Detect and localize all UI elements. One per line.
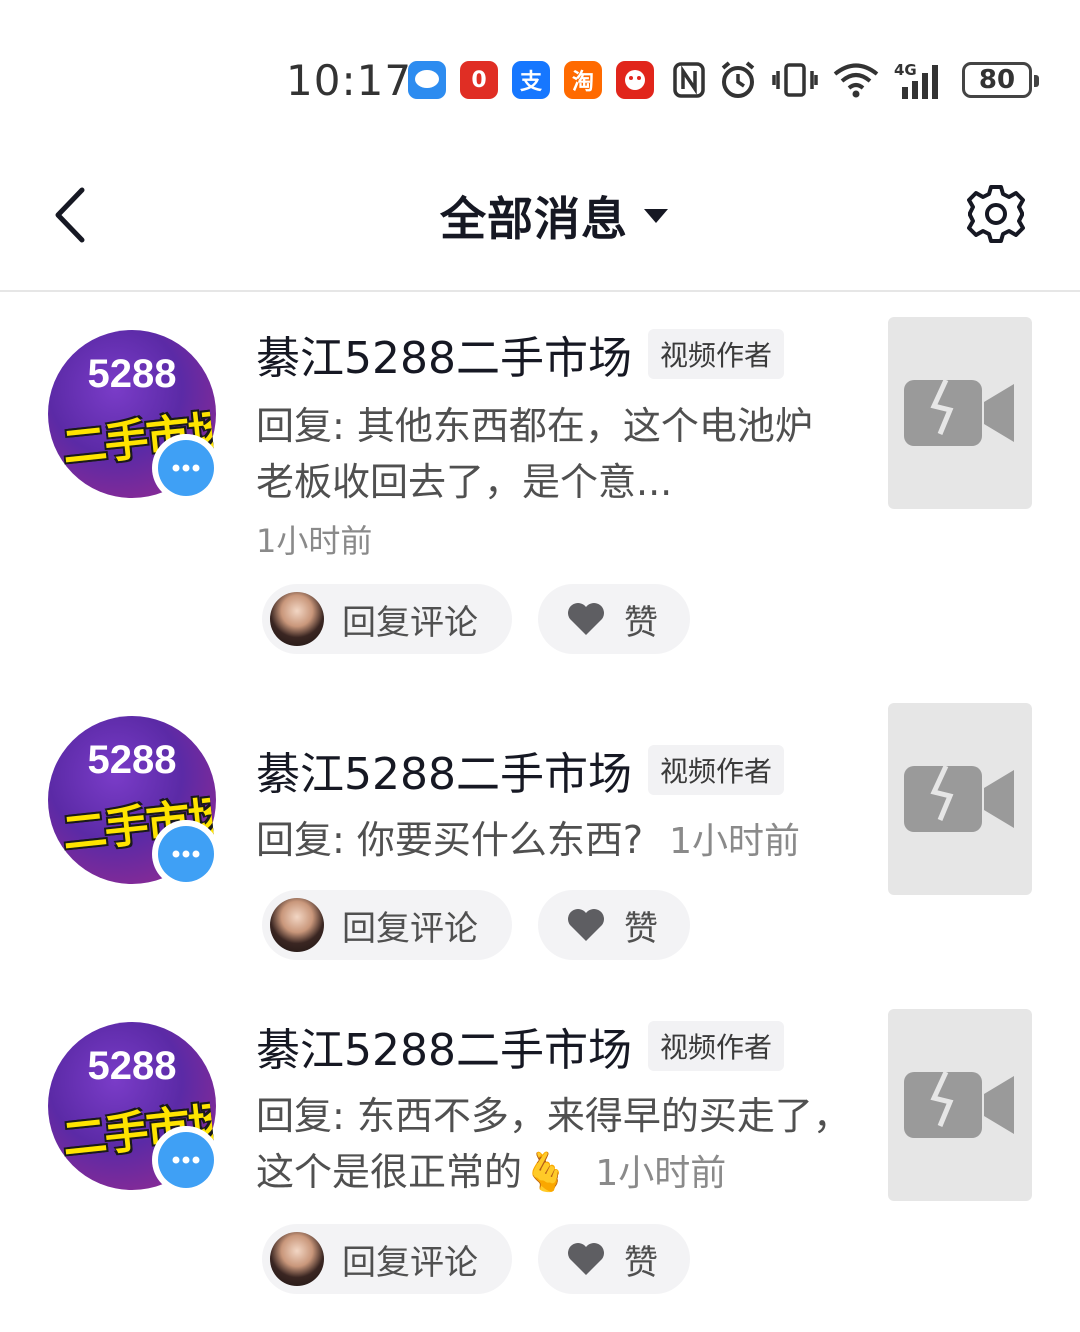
reply-comment-button[interactable]: 回复评论 <box>262 1224 512 1294</box>
chat-badge <box>152 1126 220 1194</box>
author-tag: 视频作者 <box>647 1021 784 1071</box>
alipay-app-icon: 支 <box>512 61 550 99</box>
like-button[interactable]: 赞 <box>538 1224 690 1294</box>
heart-icon <box>568 909 604 941</box>
name-row: 綦江5288二手市场 视频作者 <box>256 1014 784 1078</box>
reply-text[interactable]: 回复: 东西不多，来得早的买走了，这个是很正常的🫰 1小时前 <box>256 1088 856 1202</box>
reply-comment-button[interactable]: 回复评论 <box>262 890 512 960</box>
chevron-left-icon <box>55 187 85 243</box>
video-unavailable-icon <box>904 378 1014 446</box>
timestamp: 1小时前 <box>256 522 373 560</box>
heart-icon <box>568 1243 604 1275</box>
status-time: 10:17 <box>286 56 413 105</box>
taobao-app-icon: 淘 <box>564 61 602 99</box>
alarm-icon <box>718 58 758 102</box>
heart-icon <box>568 603 604 635</box>
name-row: 綦江5288二手市场 视频作者 <box>256 322 784 386</box>
video-thumbnail[interactable] <box>888 1009 1032 1201</box>
reply-text[interactable]: 回复: 其他东西都在，这个电池炉老板收回去了，是个意... <box>256 398 836 510</box>
timestamp: 1小时前 <box>669 821 800 862</box>
reply-comment-button[interactable]: 回复评论 <box>262 584 512 654</box>
timestamp: 1小时前 <box>595 1153 727 1194</box>
nav-header: 全部消息 <box>0 160 1080 292</box>
gear-icon <box>967 185 1025 243</box>
page-title: 全部消息 <box>440 192 628 246</box>
chat-badge <box>152 820 220 888</box>
author-tag: 视频作者 <box>647 745 784 795</box>
video-unavailable-icon <box>904 764 1014 832</box>
wifi-icon <box>832 58 880 102</box>
like-button[interactable]: 赞 <box>538 584 690 654</box>
caret-down-icon <box>644 209 668 223</box>
video-thumbnail[interactable] <box>888 703 1032 895</box>
my-avatar <box>270 898 324 952</box>
chat-badge <box>152 434 220 502</box>
network-type-label: 4G <box>894 61 917 79</box>
like-button[interactable]: 赞 <box>538 890 690 960</box>
back-button[interactable] <box>40 182 100 248</box>
my-avatar <box>270 1232 324 1286</box>
more-dots-icon <box>172 850 200 858</box>
message-app-icon <box>408 61 446 99</box>
vibrate-icon <box>772 58 818 102</box>
battery-level: 80 <box>978 65 1016 95</box>
avatar[interactable]: 5288 二手市场 <box>48 1022 220 1194</box>
my-avatar <box>270 592 324 646</box>
username[interactable]: 綦江5288二手市场 <box>256 1014 632 1078</box>
more-dots-icon <box>172 464 200 472</box>
message-filter-dropdown[interactable]: 全部消息 <box>440 184 668 248</box>
reply-text[interactable]: 回复: 你要买什么东西? 1小时前 <box>256 812 856 870</box>
username[interactable]: 綦江5288二手市场 <box>256 322 632 386</box>
avatar[interactable]: 5288 二手市场 <box>48 716 220 888</box>
jd-app-icon <box>616 61 654 99</box>
username[interactable]: 綦江5288二手市场 <box>256 738 632 802</box>
cellular-signal-icon: 4G <box>894 58 950 102</box>
settings-button[interactable] <box>962 180 1030 248</box>
battery-indicator: 80 <box>962 62 1039 98</box>
name-row: 綦江5288二手市场 视频作者 <box>256 738 784 802</box>
nfc-icon <box>672 58 706 102</box>
video-thumbnail[interactable] <box>888 317 1032 509</box>
video-unavailable-icon <box>904 1070 1014 1138</box>
avatar[interactable]: 5288 二手市场 <box>48 330 220 502</box>
status-bar: 10:17 0 支 淘 4G 80 <box>0 0 1080 160</box>
author-tag: 视频作者 <box>647 329 784 379</box>
pinduoduo-app-icon: 0 <box>460 61 498 99</box>
more-dots-icon <box>172 1156 200 1164</box>
